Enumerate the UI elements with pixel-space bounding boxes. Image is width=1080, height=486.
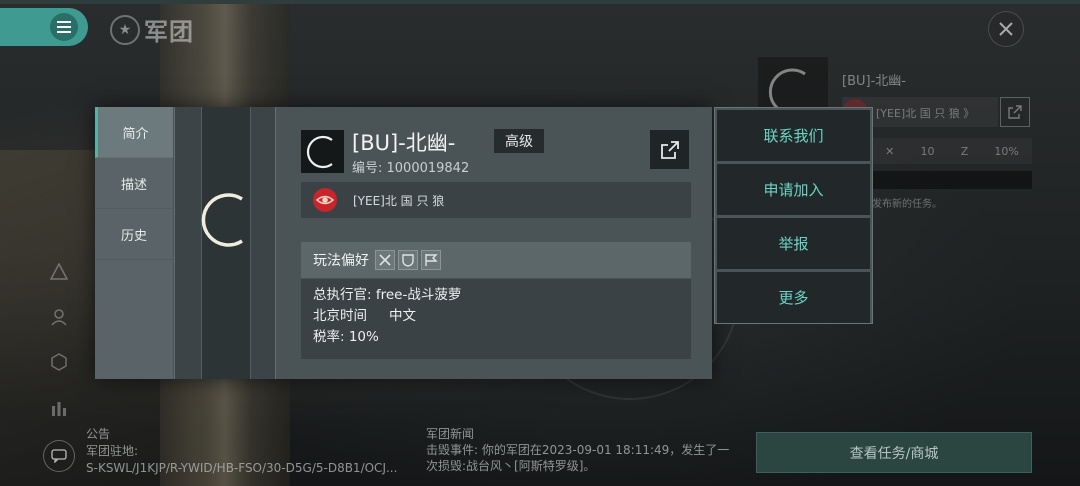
open-external-button[interactable] [650,130,689,169]
announcement-line: 军团驻地: [86,444,139,458]
external-link-icon [660,140,679,159]
page-title-text: 军团 [144,18,194,46]
corp-level-badge: 高级 [494,129,544,153]
cube-side-icon[interactable] [47,350,71,374]
news-title: 军团新闻 [426,427,475,441]
pvp-icon [375,250,395,270]
announcement-title: 公告 [86,427,111,441]
play-preference-label: 玩法偏好 [313,253,369,269]
announcement-line: S-KSWL/J1KJP/R-YWID/HB-FSO/30-D5G/5-D8B1… [86,461,398,475]
members-side-icon[interactable] [47,305,71,329]
timezone-label: 北京时间 [313,308,367,324]
stats-side-icon[interactable] [47,397,71,421]
background-stat-1: 10 [920,144,935,158]
shield-icon [398,250,418,270]
menu-button[interactable] [0,8,88,46]
contact-us-button[interactable]: 联系我们 [717,110,870,161]
close-icon [999,22,1013,36]
action-menu: 联系我们 申请加入 举报 更多 [714,107,873,324]
menu-icon [50,13,78,41]
star-circle-icon: ★ [110,14,140,45]
alliance-name: [YEE]北 国 只 狼 [353,193,445,208]
timezone-line: 北京时间 中文 [313,306,679,327]
chat-icon[interactable] [43,440,75,472]
banner-logo-icon [201,193,243,247]
language-value: 中文 [389,308,416,324]
alliance-side-icon[interactable] [47,260,71,284]
background-stat-x-icon: ✕ [885,144,895,158]
news-text: 击毁事件: 你的军团在2023-09-01 18:11:49，发生了一次损毁:战… [426,443,730,473]
top-strip [0,0,1080,4]
alliance-eye-icon [313,188,337,212]
corp-id: 编号: 1000019842 [352,161,470,176]
flag-icon [421,250,441,270]
more-button[interactable]: 更多 [717,272,870,323]
ceo-line: 总执行官: free-战斗菠萝 [313,287,462,303]
close-button[interactable] [988,11,1024,47]
corp-logo [301,130,344,173]
background-open-icon [1000,97,1030,127]
corp-banner [174,107,276,379]
page-title: ★ 军团 [110,12,194,47]
corp-news: 军团新闻 击毁事件: 你的军团在2023-09-01 18:11:49，发生了一… [426,426,736,474]
announcement: 公告 军团驻地: S-KSWL/J1KJP/R-YWID/HB-FSO/30-D… [86,426,416,477]
tab-description[interactable]: 描述 [95,158,173,209]
tab-list: 简介 描述 历史 [95,107,173,379]
corp-name: [BU]-北幽- [352,131,456,155]
play-preference-row: 玩法偏好 [301,242,691,278]
view-tasks-button[interactable]: 查看任务/商城 [756,432,1032,473]
tab-history[interactable]: 历史 [95,209,173,260]
apply-join-button[interactable]: 申请加入 [717,164,870,215]
background-note: 发布新的任务。 [872,199,942,210]
background-bar [872,171,1032,189]
background-stats: ✕ 10 Z 10% [872,138,1032,164]
tab-intro[interactable]: 简介 [95,107,173,158]
corp-info-modal: 简介 描述 历史 [BU]-北幽- 高级 编号: 1000019842 [YEE… [95,107,712,379]
background-stat-2: 10% [994,144,1019,158]
report-button[interactable]: 举报 [717,218,870,269]
tax-line: 税率: 10% [313,329,379,345]
background-corp-name: [BU]-北幽- [842,74,906,89]
corp-info-box: 总执行官: free-战斗菠萝 北京时间 中文 税率: 10% [301,279,691,359]
background-stat-z-icon: Z [960,144,969,158]
alliance-row[interactable]: [YEE]北 国 只 狼 [301,182,691,218]
